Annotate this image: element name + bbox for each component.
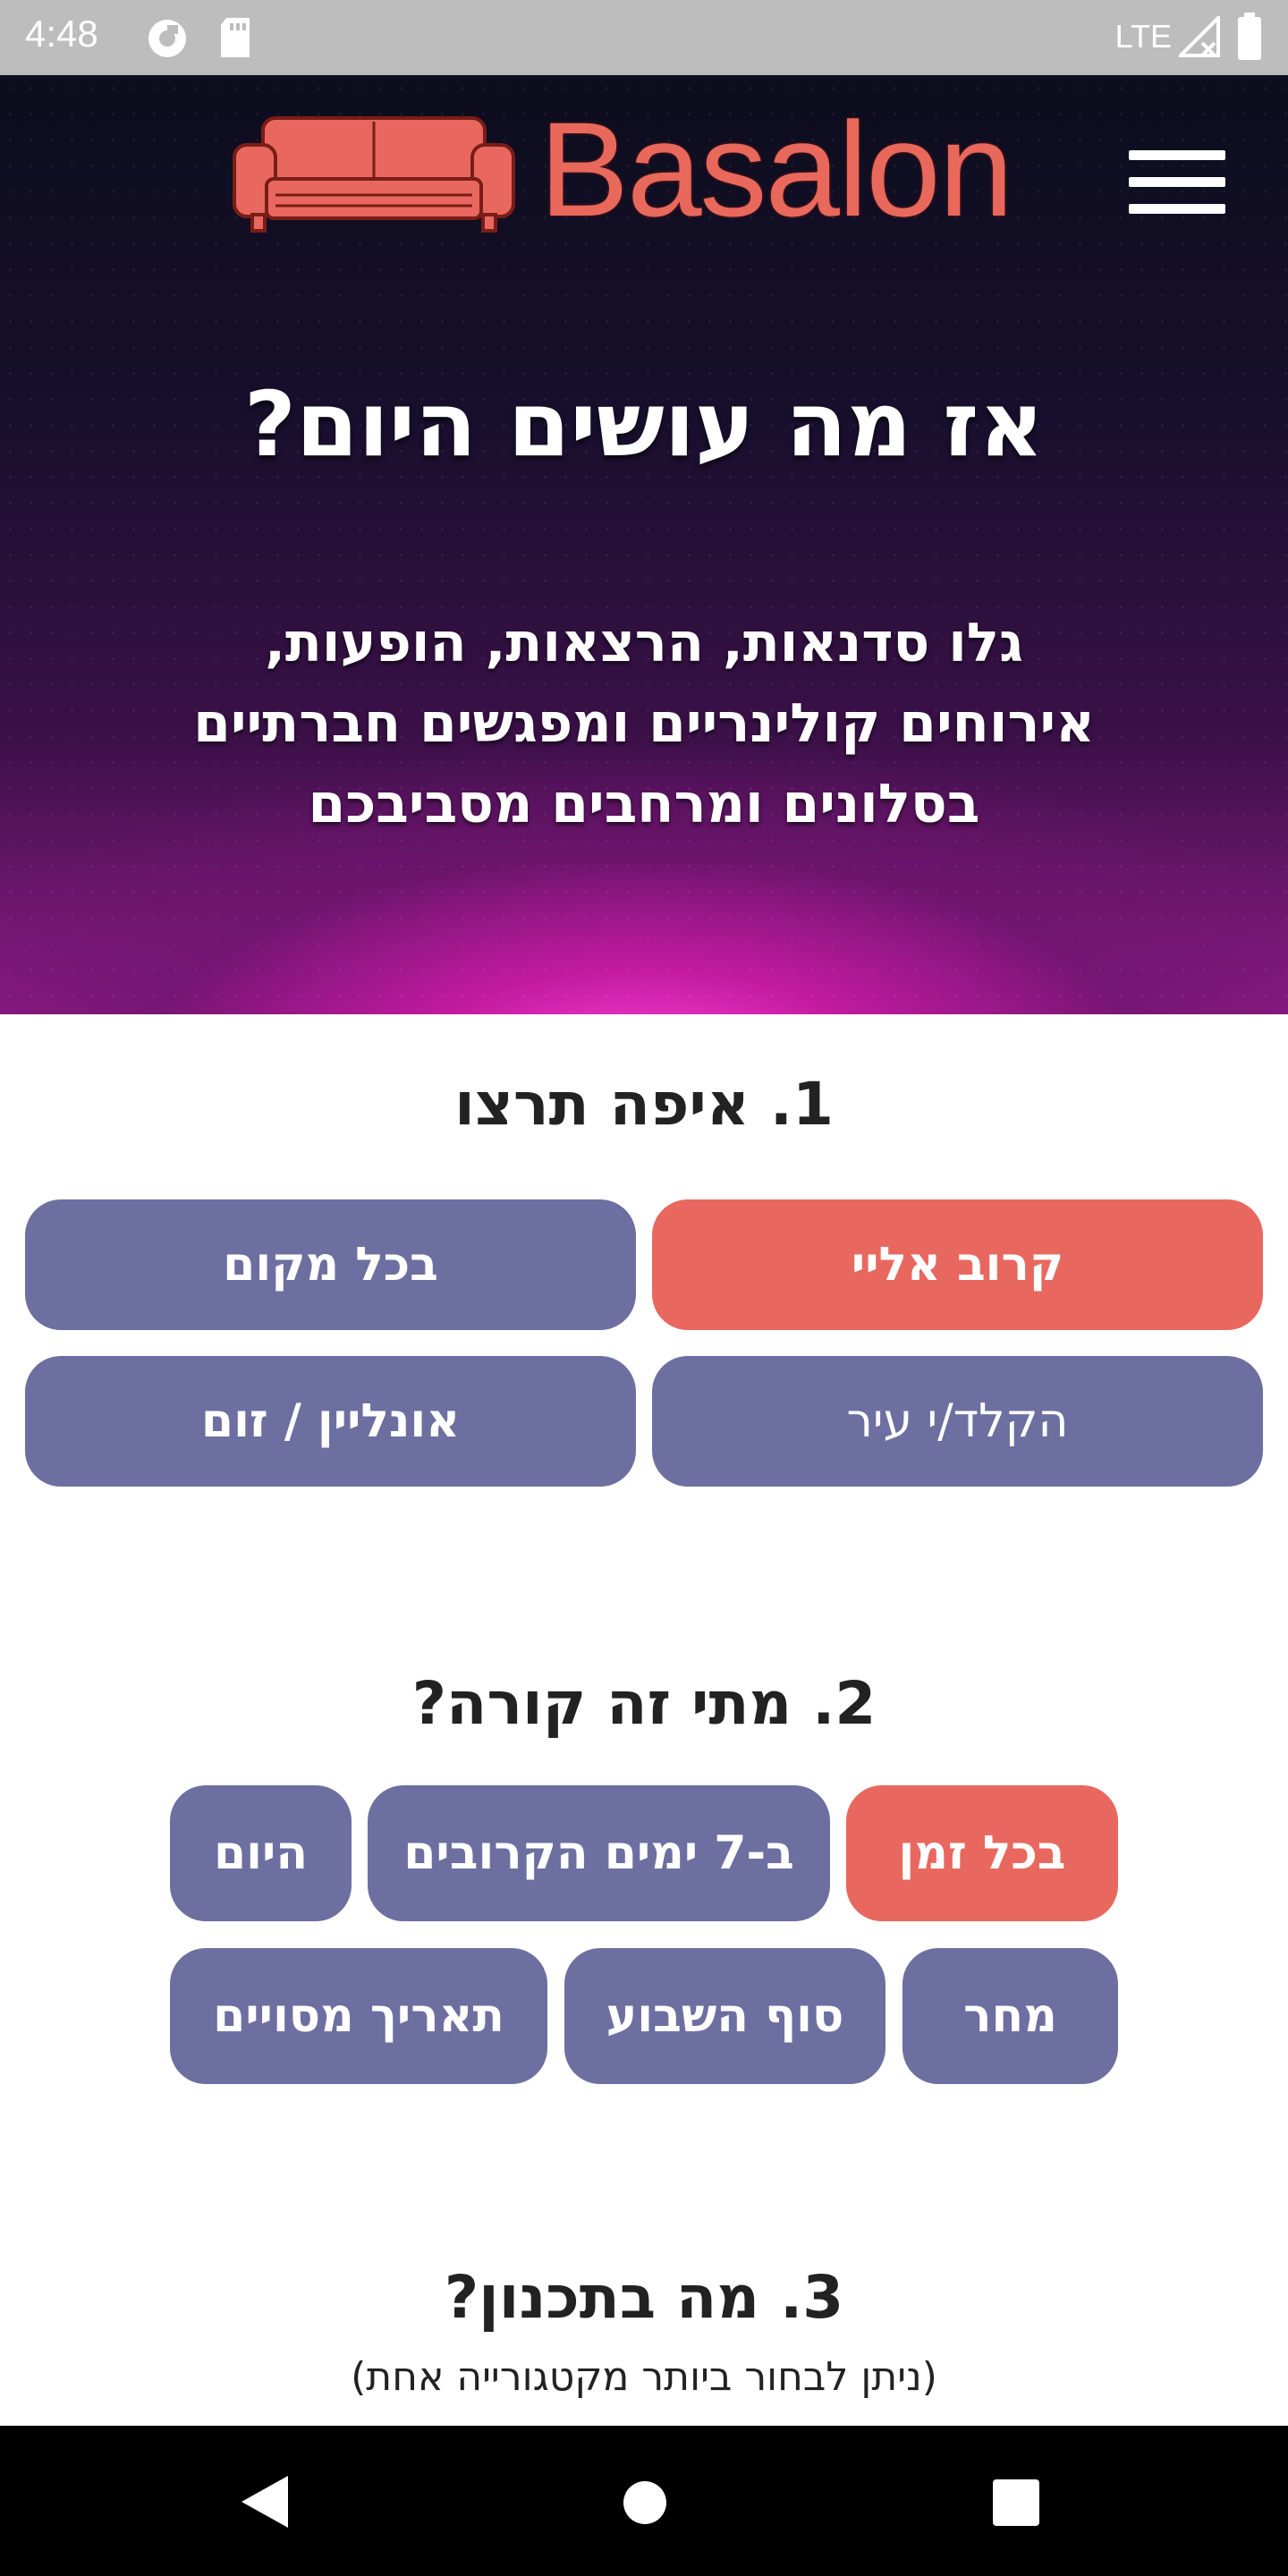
where-section-title: 1. איפה תרצו: [454, 1070, 834, 1139]
option-weekend-button[interactable]: סוף השבוע: [564, 1948, 886, 2084]
battery-icon: [1236, 13, 1263, 64]
pocket-casts-icon: [145, 18, 190, 63]
when-section-title: 2. מתי זה קורה?: [411, 1669, 877, 1738]
status-time: 4:48: [25, 13, 98, 55]
hero-subtitle-line: גלו סדנאות, הרצאות, הופעות,: [265, 612, 1023, 674]
sofa-icon: [231, 109, 517, 238]
option-specific-date-button[interactable]: תאריך מסויים: [170, 1948, 547, 2084]
option-today-button[interactable]: היום: [170, 1785, 352, 1921]
option-anytime-button[interactable]: בכל זמן: [846, 1785, 1118, 1921]
city-input[interactable]: הקלד/י עיר: [652, 1356, 1263, 1487]
hero-subtitle: גלו סדנאות, הרצאות, הופעות, אירוחים קולי…: [0, 603, 1288, 844]
status-bar: 4:48 LTE: [0, 0, 1288, 75]
android-nav-bar: [0, 2426, 1288, 2576]
home-icon[interactable]: [623, 2481, 666, 2524]
hero-subtitle-line: אירוחים קולינריים ומפגשים חברתיים: [193, 692, 1095, 755]
recent-apps-icon[interactable]: [993, 2479, 1039, 2526]
signal-icon: [1176, 13, 1220, 61]
hamburger-menu-icon[interactable]: [1129, 75, 1225, 214]
option-tomorrow-button[interactable]: מחר: [902, 1948, 1118, 2084]
network-type: LTE: [1114, 18, 1172, 55]
option-anywhere-button[interactable]: בכל מקום: [25, 1199, 636, 1330]
logo-text: Basalon: [539, 94, 1013, 244]
basalon-logo[interactable]: Basalon: [231, 102, 1054, 236]
hero-banner: Basalon אז מה עושים היום? גלו סדנאות, הר…: [0, 75, 1288, 1014]
hero-subtitle-line: בסלונים ומרחבים מסביבכם: [308, 773, 980, 835]
back-icon[interactable]: [242, 2476, 288, 2528]
option-near-me-button[interactable]: קרוב אליי: [652, 1199, 1263, 1330]
what-section-note: (ניתן לבחור ביותר מקטגורייה אחת): [351, 2354, 937, 2400]
option-online-zoom-button[interactable]: אונליין / זום: [25, 1356, 636, 1487]
sd-card-icon: [219, 18, 251, 61]
what-section-title: 3. מה בתכנון?: [444, 2263, 844, 2332]
hero-title: אז מה עושים היום?: [243, 372, 1045, 477]
option-next-7-days-button[interactable]: ב-7 ימים הקרובים: [368, 1785, 830, 1921]
